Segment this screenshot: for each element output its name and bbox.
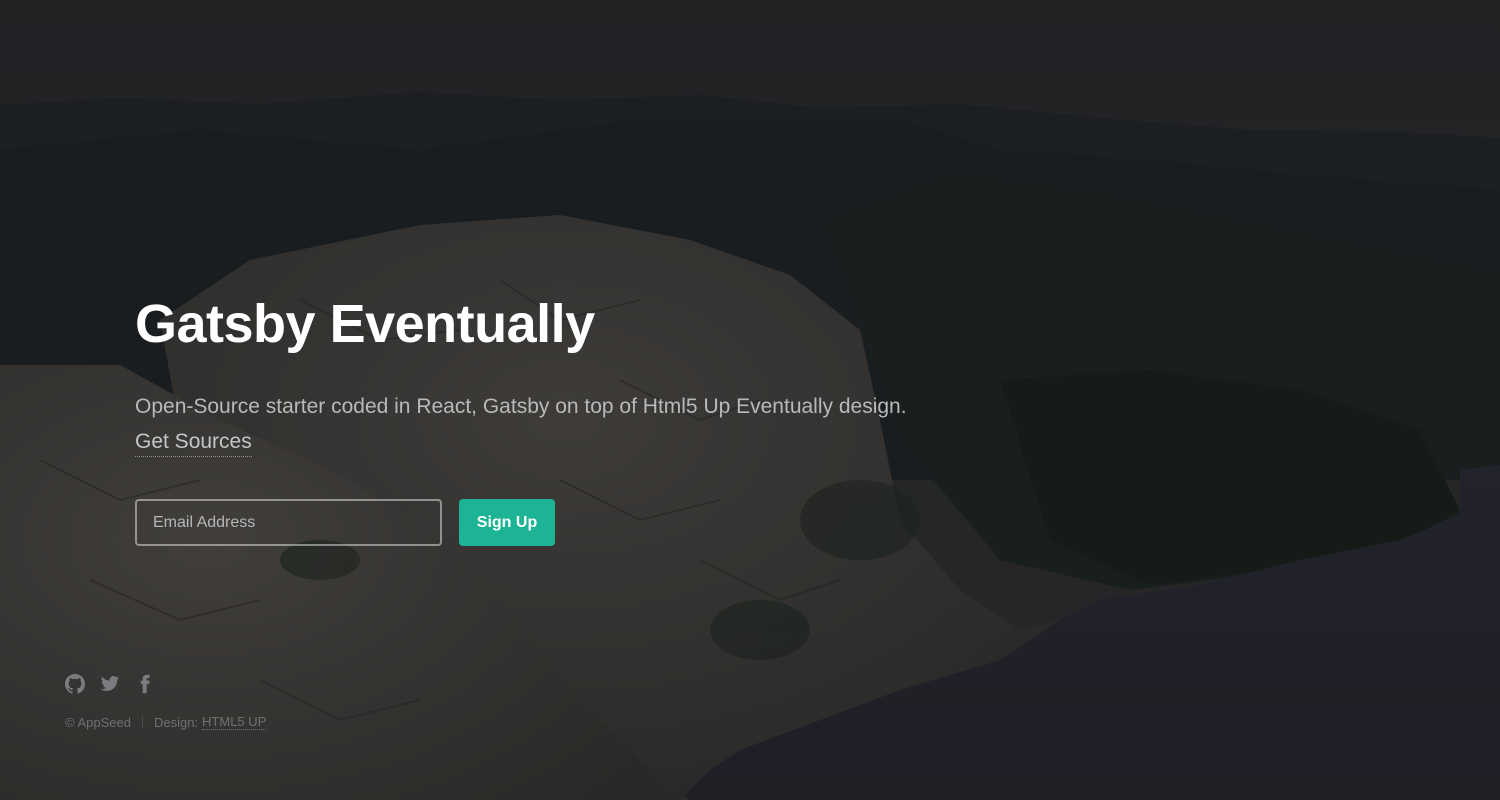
social-icons [65,672,266,696]
html5up-link[interactable]: HTML5 UP [202,714,267,730]
signup-form: Sign Up [135,499,555,546]
footer: © AppSeed Design: HTML5 UP [65,672,267,730]
facebook-icon[interactable] [135,674,155,694]
twitter-icon[interactable] [100,674,120,694]
email-input[interactable] [135,499,442,546]
hero-section: Gatsby Eventually Open-Source starter co… [135,288,1035,457]
sign-up-button[interactable]: Sign Up [459,499,555,546]
copyright-line: © AppSeed Design: HTML5 UP [65,714,267,730]
page-title: Gatsby Eventually [135,294,595,354]
footer-divider [141,715,143,729]
copyright-text: © AppSeed [65,714,131,730]
get-sources-link[interactable]: Get Sources [135,428,252,457]
github-icon[interactable] [65,674,85,694]
design-credit-label: Design: [153,714,199,730]
hero-subtitle: Open-Source starter coded in React, Gats… [135,395,907,418]
